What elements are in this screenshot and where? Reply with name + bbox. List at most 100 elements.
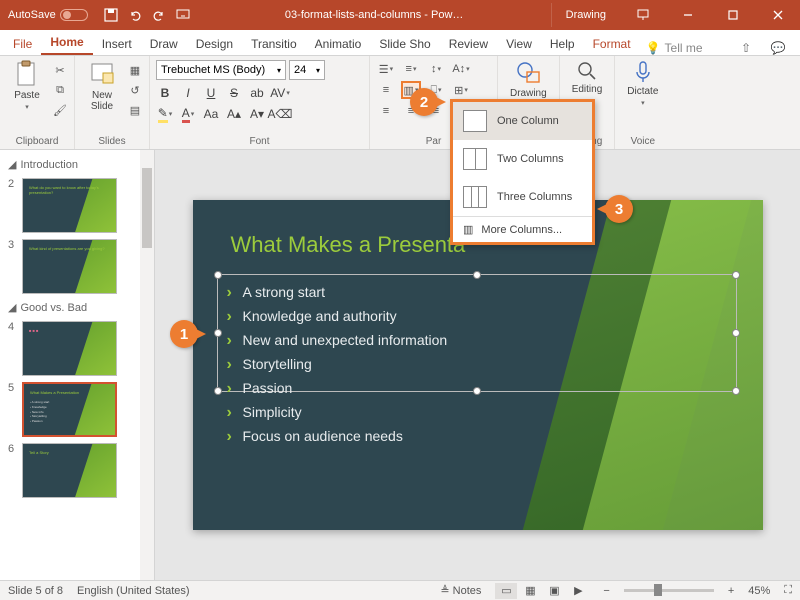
cut-icon[interactable]: ✂ <box>52 62 68 78</box>
search-icon <box>576 60 598 82</box>
tab-format[interactable]: Format <box>584 33 640 55</box>
tell-me-label: Tell me <box>665 41 703 55</box>
bullet-item[interactable]: Storytelling <box>223 352 733 376</box>
maximize-icon[interactable] <box>710 0 755 30</box>
reset-icon[interactable]: ↺ <box>127 82 143 98</box>
format-painter-icon[interactable]: 🖌 <box>52 102 68 118</box>
tab-review[interactable]: Review <box>440 33 497 55</box>
thumbnail-4[interactable]: 4 ■ ■ ■ <box>2 318 152 379</box>
thumbnail-scrollbar[interactable] <box>140 150 154 580</box>
smartart-button[interactable]: ⊞ <box>451 81 471 99</box>
more-columns-icon: ▥ <box>463 223 473 236</box>
close-icon[interactable] <box>755 0 800 30</box>
bullet-item[interactable]: A strong start <box>223 280 733 304</box>
ribbon: Paste ▾ ✂ ⧉ 🖌 Clipboard New Slide ▦ ↺ ▤ … <box>0 56 800 150</box>
copy-icon[interactable]: ⧉ <box>52 82 68 98</box>
paste-button[interactable]: Paste ▾ <box>6 60 48 111</box>
tab-draw[interactable]: Draw <box>141 33 187 55</box>
tab-file[interactable]: File <box>4 33 41 55</box>
align-left-button[interactable]: ≡ <box>376 81 396 99</box>
callout-1: 1 <box>170 320 198 348</box>
bullet-item[interactable]: Knowledge and authority <box>223 304 733 328</box>
tab-animations[interactable]: Animatio <box>306 33 371 55</box>
clear-formatting-button[interactable]: A⌫ <box>271 105 289 123</box>
undo-icon[interactable] <box>128 8 142 22</box>
zoom-out-button[interactable]: − <box>603 585 609 597</box>
tab-slideshow[interactable]: Slide Sho <box>370 33 439 55</box>
thumbnail-2[interactable]: 2 What do you want to know after today's… <box>2 175 152 236</box>
reading-view-icon[interactable]: ▣ <box>543 583 565 599</box>
section-icon[interactable]: ▤ <box>127 102 143 118</box>
thumbnail-panel: ◢Introduction 2 What do you want to know… <box>0 150 155 580</box>
columns-dropdown-menu: One Column Two Columns Three Columns ▥ M… <box>450 99 595 245</box>
fit-to-window-icon[interactable]: ⛶ <box>784 584 792 597</box>
tab-design[interactable]: Design <box>187 33 242 55</box>
save-icon[interactable] <box>104 8 118 22</box>
sorter-view-icon[interactable]: ▦ <box>519 583 541 599</box>
zoom-level[interactable]: 45% <box>748 585 770 597</box>
group-label-voice: Voice <box>621 134 664 147</box>
autosave-control[interactable]: AutoSave <box>0 9 96 21</box>
columns-more-item[interactable]: ▥ More Columns... <box>453 217 592 242</box>
bullet-item[interactable]: New and unexpected information <box>223 328 733 352</box>
columns-one-item[interactable]: One Column <box>453 102 592 140</box>
group-font: Trebuchet MS (Body)▾ 24▾ B I U S ab AV ✎… <box>150 56 370 149</box>
tell-me-search[interactable]: 💡 Tell me <box>646 41 703 55</box>
font-color-button[interactable]: A <box>179 105 197 123</box>
thumbnail-6[interactable]: 6 Tell a Story <box>2 440 152 501</box>
comments-icon[interactable]: 💬 <box>762 41 794 55</box>
thumbnail-3[interactable]: 3 What kind of presentations are you giv… <box>2 236 152 297</box>
text-direction-button[interactable]: A↕ <box>451 60 471 78</box>
tab-view[interactable]: View <box>497 33 541 55</box>
underline-button[interactable]: U <box>202 84 220 102</box>
redo-icon[interactable] <box>152 8 166 22</box>
bullet-item[interactable]: Focus on audience needs <box>223 424 733 448</box>
share-icon[interactable]: ⇧ <box>730 41 762 55</box>
autosave-toggle[interactable] <box>60 9 88 21</box>
italic-button[interactable]: I <box>179 84 197 102</box>
zoom-in-button[interactable]: + <box>728 585 734 597</box>
align-left2-button[interactable]: ≡ <box>376 102 396 120</box>
char-spacing-button[interactable]: AV <box>271 84 289 102</box>
strikethrough-button[interactable]: S <box>225 84 243 102</box>
decrease-font-button[interactable]: A▾ <box>248 105 266 123</box>
minimize-icon[interactable] <box>665 0 710 30</box>
section-header-goodbad[interactable]: ◢Good vs. Bad <box>2 297 152 318</box>
start-slideshow-icon[interactable] <box>176 8 190 22</box>
line-spacing-button[interactable]: ↕ <box>426 60 446 78</box>
font-family-combo[interactable]: Trebuchet MS (Body)▾ <box>156 60 286 80</box>
ribbon-options-icon[interactable] <box>620 0 665 30</box>
shadow-button[interactable]: ab <box>248 84 266 102</box>
zoom-slider[interactable] <box>624 589 714 592</box>
slideshow-view-icon[interactable]: ▶ <box>567 583 589 599</box>
slide-position[interactable]: Slide 5 of 8 <box>8 585 63 597</box>
highlight-button[interactable]: ✎ <box>156 105 174 123</box>
language-status[interactable]: English (United States) <box>77 585 190 597</box>
columns-three-item[interactable]: Three Columns <box>453 178 592 216</box>
slide-title[interactable]: What Makes a Presenta <box>231 232 466 258</box>
layout-icon[interactable]: ▦ <box>127 62 143 78</box>
font-size-combo[interactable]: 24▾ <box>289 60 325 80</box>
numbering-button[interactable]: ≡ <box>401 60 421 78</box>
normal-view-icon[interactable]: ▭ <box>495 583 517 599</box>
quick-access-toolbar <box>96 8 198 22</box>
chevron-down-icon: ▾ <box>316 66 320 75</box>
tab-home[interactable]: Home <box>41 31 92 55</box>
notes-toggle[interactable]: ≜ Notes <box>440 584 481 597</box>
columns-two-item[interactable]: Two Columns <box>453 140 592 178</box>
slide-canvas[interactable]: What Makes a Presenta A strong start Kno… <box>193 200 763 530</box>
dictate-button[interactable]: Dictate ▾ <box>621 60 664 107</box>
change-case-button[interactable]: Aa <box>202 105 220 123</box>
bullet-item[interactable]: Passion <box>223 376 733 400</box>
slide-content-placeholder[interactable]: A strong start Knowledge and authority N… <box>223 280 733 448</box>
new-slide-button[interactable]: New Slide <box>81 60 123 112</box>
tab-help[interactable]: Help <box>541 33 584 55</box>
section-header-intro[interactable]: ◢Introduction <box>2 154 152 175</box>
increase-font-button[interactable]: A▴ <box>225 105 243 123</box>
bullet-item[interactable]: Simplicity <box>223 400 733 424</box>
bold-button[interactable]: B <box>156 84 174 102</box>
tab-transitions[interactable]: Transitio <box>242 33 306 55</box>
thumbnail-5[interactable]: 5 What Makes a Presentation› A strong st… <box>2 379 152 440</box>
bullets-button[interactable]: ☰ <box>376 60 396 78</box>
tab-insert[interactable]: Insert <box>93 33 141 55</box>
